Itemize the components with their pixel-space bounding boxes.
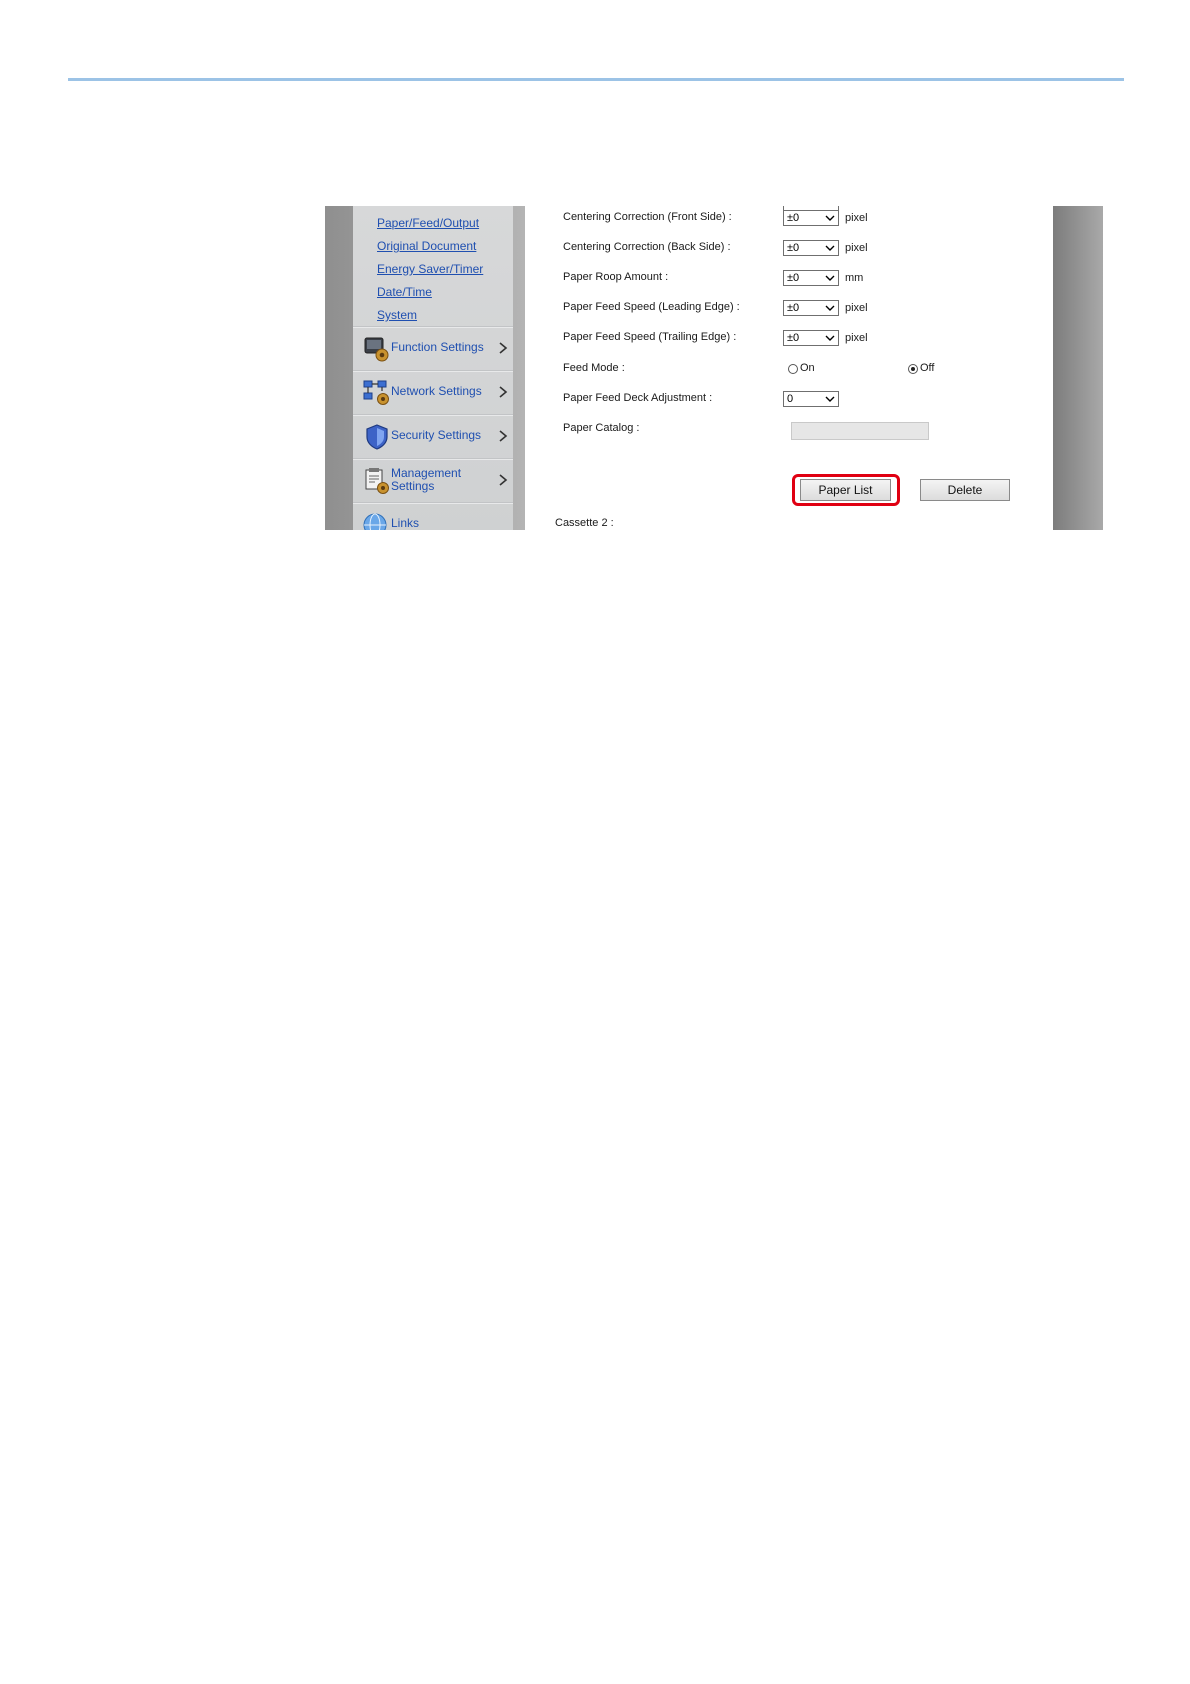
- delete-button[interactable]: Delete: [920, 479, 1010, 501]
- chevron-down-icon: [825, 335, 835, 341]
- radio-selected-dot: [911, 367, 915, 371]
- deck-adjustment-select[interactable]: 0: [783, 391, 839, 407]
- chevron-down-icon: [825, 396, 835, 402]
- sidebar-item-label: Links: [391, 516, 420, 530]
- row-label-centering-back: Centering Correction (Back Side) :: [563, 241, 731, 253]
- chevron-right-icon: [499, 342, 508, 354]
- section-heading-cassette-2: Cassette 2 :: [555, 517, 614, 529]
- sidebar-link-paper-feed-output[interactable]: Paper/Feed/Output: [377, 216, 479, 230]
- select-value: ±0: [787, 242, 800, 254]
- feed-mode-on-label: On: [800, 362, 815, 374]
- chevron-down-icon: [825, 275, 835, 281]
- sidebar-link-system[interactable]: System: [377, 308, 417, 322]
- feed-speed-leading-select[interactable]: ±0: [783, 300, 839, 316]
- paper-catalog-field[interactable]: [791, 422, 929, 440]
- chevron-down-icon: [825, 245, 835, 251]
- feed-speed-trailing-select[interactable]: ±0: [783, 330, 839, 346]
- sidebar-item-label: Function Settings: [391, 340, 484, 354]
- centering-back-select[interactable]: ±0: [783, 240, 839, 256]
- chevron-right-icon: [499, 430, 508, 442]
- sidebar-link-energy-saver-timer[interactable]: Energy Saver/Timer: [377, 262, 483, 276]
- row-label-paper-catalog: Paper Catalog :: [563, 422, 640, 434]
- select-value: ±0: [787, 302, 800, 314]
- select-value: ±0: [787, 332, 800, 344]
- row-label-deck-adjustment: Paper Feed Deck Adjustment :: [563, 392, 713, 404]
- sidebar-item-network-settings[interactable]: Network Settings: [353, 370, 513, 415]
- sidebar-item-label: Network Settings: [391, 384, 482, 398]
- network-settings-icon: [363, 380, 389, 405]
- sidebar-item-management-settings[interactable]: Management Settings: [353, 458, 513, 503]
- chevron-right-icon: [499, 386, 508, 398]
- management-settings-icon: [365, 468, 389, 494]
- row-label-paper-roop: Paper Roop Amount :: [563, 271, 669, 283]
- web-ui-screenshot: Paper/Feed/Output Original Document Ener…: [325, 206, 1103, 530]
- paper-roop-select[interactable]: ±0: [783, 270, 839, 286]
- select-value: ±0: [787, 212, 800, 224]
- sidebar-item-function-settings[interactable]: Function Settings: [353, 326, 513, 371]
- sidebar-link-date-time[interactable]: Date/Time: [377, 285, 432, 299]
- feed-mode-off-radio[interactable]: [908, 364, 918, 374]
- chevron-right-icon: [499, 474, 508, 486]
- function-settings-icon: [364, 337, 389, 362]
- sidebar-link-original-document[interactable]: Original Document: [377, 239, 476, 253]
- chevron-down-icon: [825, 305, 835, 311]
- sidebar-item-label: Security Settings: [391, 428, 482, 442]
- chevron-down-icon: [825, 215, 835, 221]
- row-label-feed-mode: Feed Mode :: [563, 362, 625, 374]
- feed-mode-on-radio[interactable]: [788, 364, 798, 374]
- sidebar-item-label-line2: Settings: [391, 479, 435, 493]
- row-label-centering-front: Centering Correction (Front Side) :: [563, 211, 732, 223]
- unit-label: pixel: [845, 332, 868, 344]
- row-label-feed-speed-leading: Paper Feed Speed (Leading Edge) :: [563, 301, 740, 313]
- unit-label: mm: [845, 272, 864, 284]
- select-value: ±0: [787, 272, 800, 284]
- unit-label: pixel: [845, 242, 868, 254]
- feed-mode-off-label: Off: [920, 362, 935, 374]
- sidebar-nav: Paper/Feed/Output Original Document Ener…: [353, 206, 513, 530]
- unit-label: pixel: [845, 302, 868, 314]
- row-label-feed-speed-trailing: Paper Feed Speed (Trailing Edge) :: [563, 331, 737, 343]
- page-header-rule: [68, 78, 1124, 81]
- right-gradient-frame: [1053, 206, 1103, 530]
- centering-front-select[interactable]: ±0: [783, 210, 839, 226]
- paper-list-button[interactable]: Paper List: [800, 479, 891, 501]
- unit-label: pixel: [845, 212, 868, 224]
- globe-icon: [363, 513, 387, 530]
- security-shield-icon: [366, 424, 388, 450]
- select-value: 0: [787, 393, 794, 405]
- sidebar-item-links[interactable]: Links: [353, 502, 513, 530]
- settings-form: Centering Correction (Front Side) : ±0 p…: [525, 206, 1053, 530]
- sidebar-item-security-settings[interactable]: Security Settings: [353, 414, 513, 459]
